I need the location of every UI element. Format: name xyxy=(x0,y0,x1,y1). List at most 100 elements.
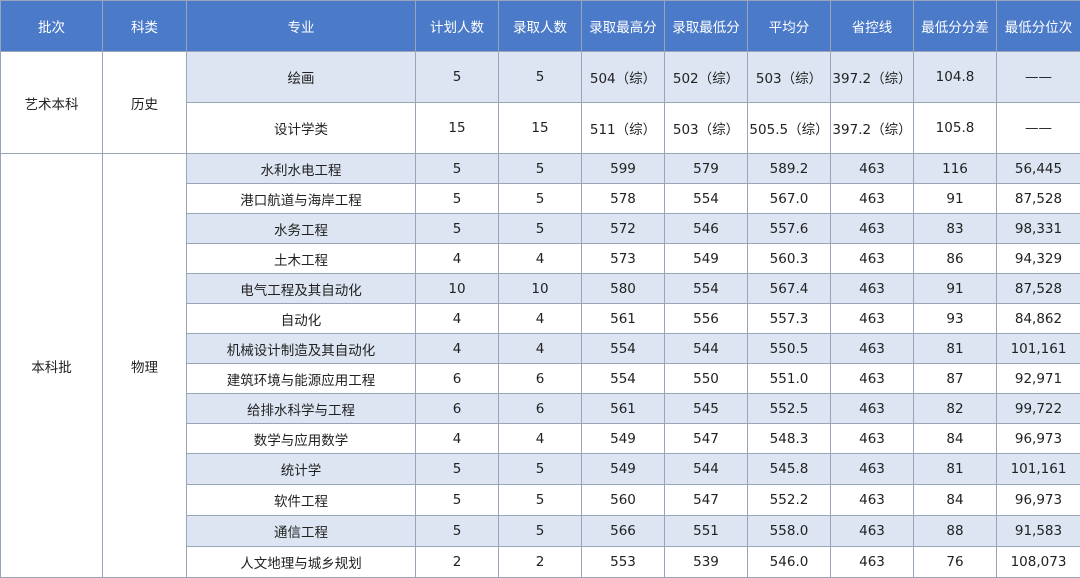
major-cell: 给排水科学与工程 xyxy=(187,394,416,424)
planned-cell: 4 xyxy=(416,244,499,274)
min-diff-cell: 104.8 xyxy=(914,52,997,103)
planned-cell: 6 xyxy=(416,364,499,394)
min-rank-cell: 92,971 xyxy=(997,364,1080,394)
category-cell: 历史 xyxy=(103,52,187,154)
major-cell: 设计学类 xyxy=(187,103,416,154)
max-score-cell: 560 xyxy=(582,485,665,516)
avg-score-cell: 567.0 xyxy=(748,184,831,214)
header-admitted: 录取人数 xyxy=(499,1,582,52)
avg-score-cell: 589.2 xyxy=(748,154,831,184)
control-line-cell: 397.2（综） xyxy=(831,103,914,154)
max-score-cell: 561 xyxy=(582,394,665,424)
min-rank-cell: 56,445 xyxy=(997,154,1080,184)
admitted-cell: 5 xyxy=(499,454,582,485)
major-cell: 港口航道与海岸工程 xyxy=(187,184,416,214)
min-rank-cell: —— xyxy=(997,52,1080,103)
min-score-cell: 546 xyxy=(665,214,748,244)
max-score-cell: 549 xyxy=(582,424,665,454)
control-line-cell: 463 xyxy=(831,274,914,304)
header-planned: 计划人数 xyxy=(416,1,499,52)
min-score-cell: 554 xyxy=(665,184,748,214)
admitted-cell: 6 xyxy=(499,364,582,394)
admitted-cell: 5 xyxy=(499,214,582,244)
max-score-cell: 599 xyxy=(582,154,665,184)
avg-score-cell: 557.3 xyxy=(748,304,831,334)
min-rank-cell: 99,722 xyxy=(997,394,1080,424)
avg-score-cell: 505.5（综） xyxy=(748,103,831,154)
min-score-cell: 551 xyxy=(665,516,748,547)
control-line-cell: 463 xyxy=(831,424,914,454)
admitted-cell: 4 xyxy=(499,424,582,454)
min-score-cell: 549 xyxy=(665,244,748,274)
control-line-cell: 463 xyxy=(831,154,914,184)
planned-cell: 15 xyxy=(416,103,499,154)
header-control-line: 省控线 xyxy=(831,1,914,52)
control-line-cell: 463 xyxy=(831,454,914,485)
major-cell: 水务工程 xyxy=(187,214,416,244)
min-rank-cell: 108,073 xyxy=(997,547,1080,578)
avg-score-cell: 503（综） xyxy=(748,52,831,103)
min-score-cell: 547 xyxy=(665,424,748,454)
min-rank-cell: 91,583 xyxy=(997,516,1080,547)
min-diff-cell: 76 xyxy=(914,547,997,578)
admitted-cell: 15 xyxy=(499,103,582,154)
control-line-cell: 463 xyxy=(831,547,914,578)
min-rank-cell: 96,973 xyxy=(997,424,1080,454)
header-row: 批次 科类 专业 计划人数 录取人数 录取最高分 录取最低分 平均分 省控线 最… xyxy=(1,1,1080,52)
min-diff-cell: 88 xyxy=(914,516,997,547)
planned-cell: 5 xyxy=(416,454,499,485)
header-min-rank: 最低分位次 xyxy=(997,1,1080,52)
max-score-cell: 554 xyxy=(582,364,665,394)
min-diff-cell: 83 xyxy=(914,214,997,244)
avg-score-cell: 551.0 xyxy=(748,364,831,394)
min-rank-cell: 84,862 xyxy=(997,304,1080,334)
major-cell: 建筑环境与能源应用工程 xyxy=(187,364,416,394)
admitted-cell: 5 xyxy=(499,485,582,516)
min-score-cell: 544 xyxy=(665,334,748,364)
admitted-cell: 5 xyxy=(499,154,582,184)
planned-cell: 5 xyxy=(416,184,499,214)
avg-score-cell: 560.3 xyxy=(748,244,831,274)
major-cell: 数学与应用数学 xyxy=(187,424,416,454)
header-category: 科类 xyxy=(103,1,187,52)
min-diff-cell: 82 xyxy=(914,394,997,424)
major-cell: 自动化 xyxy=(187,304,416,334)
min-score-cell: 539 xyxy=(665,547,748,578)
min-diff-cell: 84 xyxy=(914,485,997,516)
admission-score-table: 批次 科类 专业 计划人数 录取人数 录取最高分 录取最低分 平均分 省控线 最… xyxy=(0,0,1080,578)
min-diff-cell: 116 xyxy=(914,154,997,184)
max-score-cell: 549 xyxy=(582,454,665,485)
admitted-cell: 5 xyxy=(499,516,582,547)
avg-score-cell: 552.2 xyxy=(748,485,831,516)
control-line-cell: 463 xyxy=(831,304,914,334)
min-rank-cell: 87,528 xyxy=(997,274,1080,304)
avg-score-cell: 546.0 xyxy=(748,547,831,578)
planned-cell: 4 xyxy=(416,334,499,364)
batch-cell: 本科批 xyxy=(1,154,103,578)
min-rank-cell: 98,331 xyxy=(997,214,1080,244)
admitted-cell: 5 xyxy=(499,52,582,103)
min-diff-cell: 86 xyxy=(914,244,997,274)
batch-cell: 艺术本科 xyxy=(1,52,103,154)
planned-cell: 5 xyxy=(416,52,499,103)
major-cell: 通信工程 xyxy=(187,516,416,547)
min-score-cell: 502（综） xyxy=(665,52,748,103)
table-row: 艺术本科历史绘画55504（综）502（综）503（综）397.2（综）104.… xyxy=(1,52,1080,103)
min-rank-cell: 96,973 xyxy=(997,485,1080,516)
min-score-cell: 579 xyxy=(665,154,748,184)
major-cell: 机械设计制造及其自动化 xyxy=(187,334,416,364)
avg-score-cell: 548.3 xyxy=(748,424,831,454)
min-diff-cell: 93 xyxy=(914,304,997,334)
major-cell: 统计学 xyxy=(187,454,416,485)
min-rank-cell: 94,329 xyxy=(997,244,1080,274)
max-score-cell: 566 xyxy=(582,516,665,547)
avg-score-cell: 550.5 xyxy=(748,334,831,364)
major-cell: 绘画 xyxy=(187,52,416,103)
planned-cell: 5 xyxy=(416,485,499,516)
max-score-cell: 573 xyxy=(582,244,665,274)
control-line-cell: 463 xyxy=(831,364,914,394)
planned-cell: 10 xyxy=(416,274,499,304)
min-diff-cell: 81 xyxy=(914,454,997,485)
max-score-cell: 554 xyxy=(582,334,665,364)
min-diff-cell: 91 xyxy=(914,274,997,304)
